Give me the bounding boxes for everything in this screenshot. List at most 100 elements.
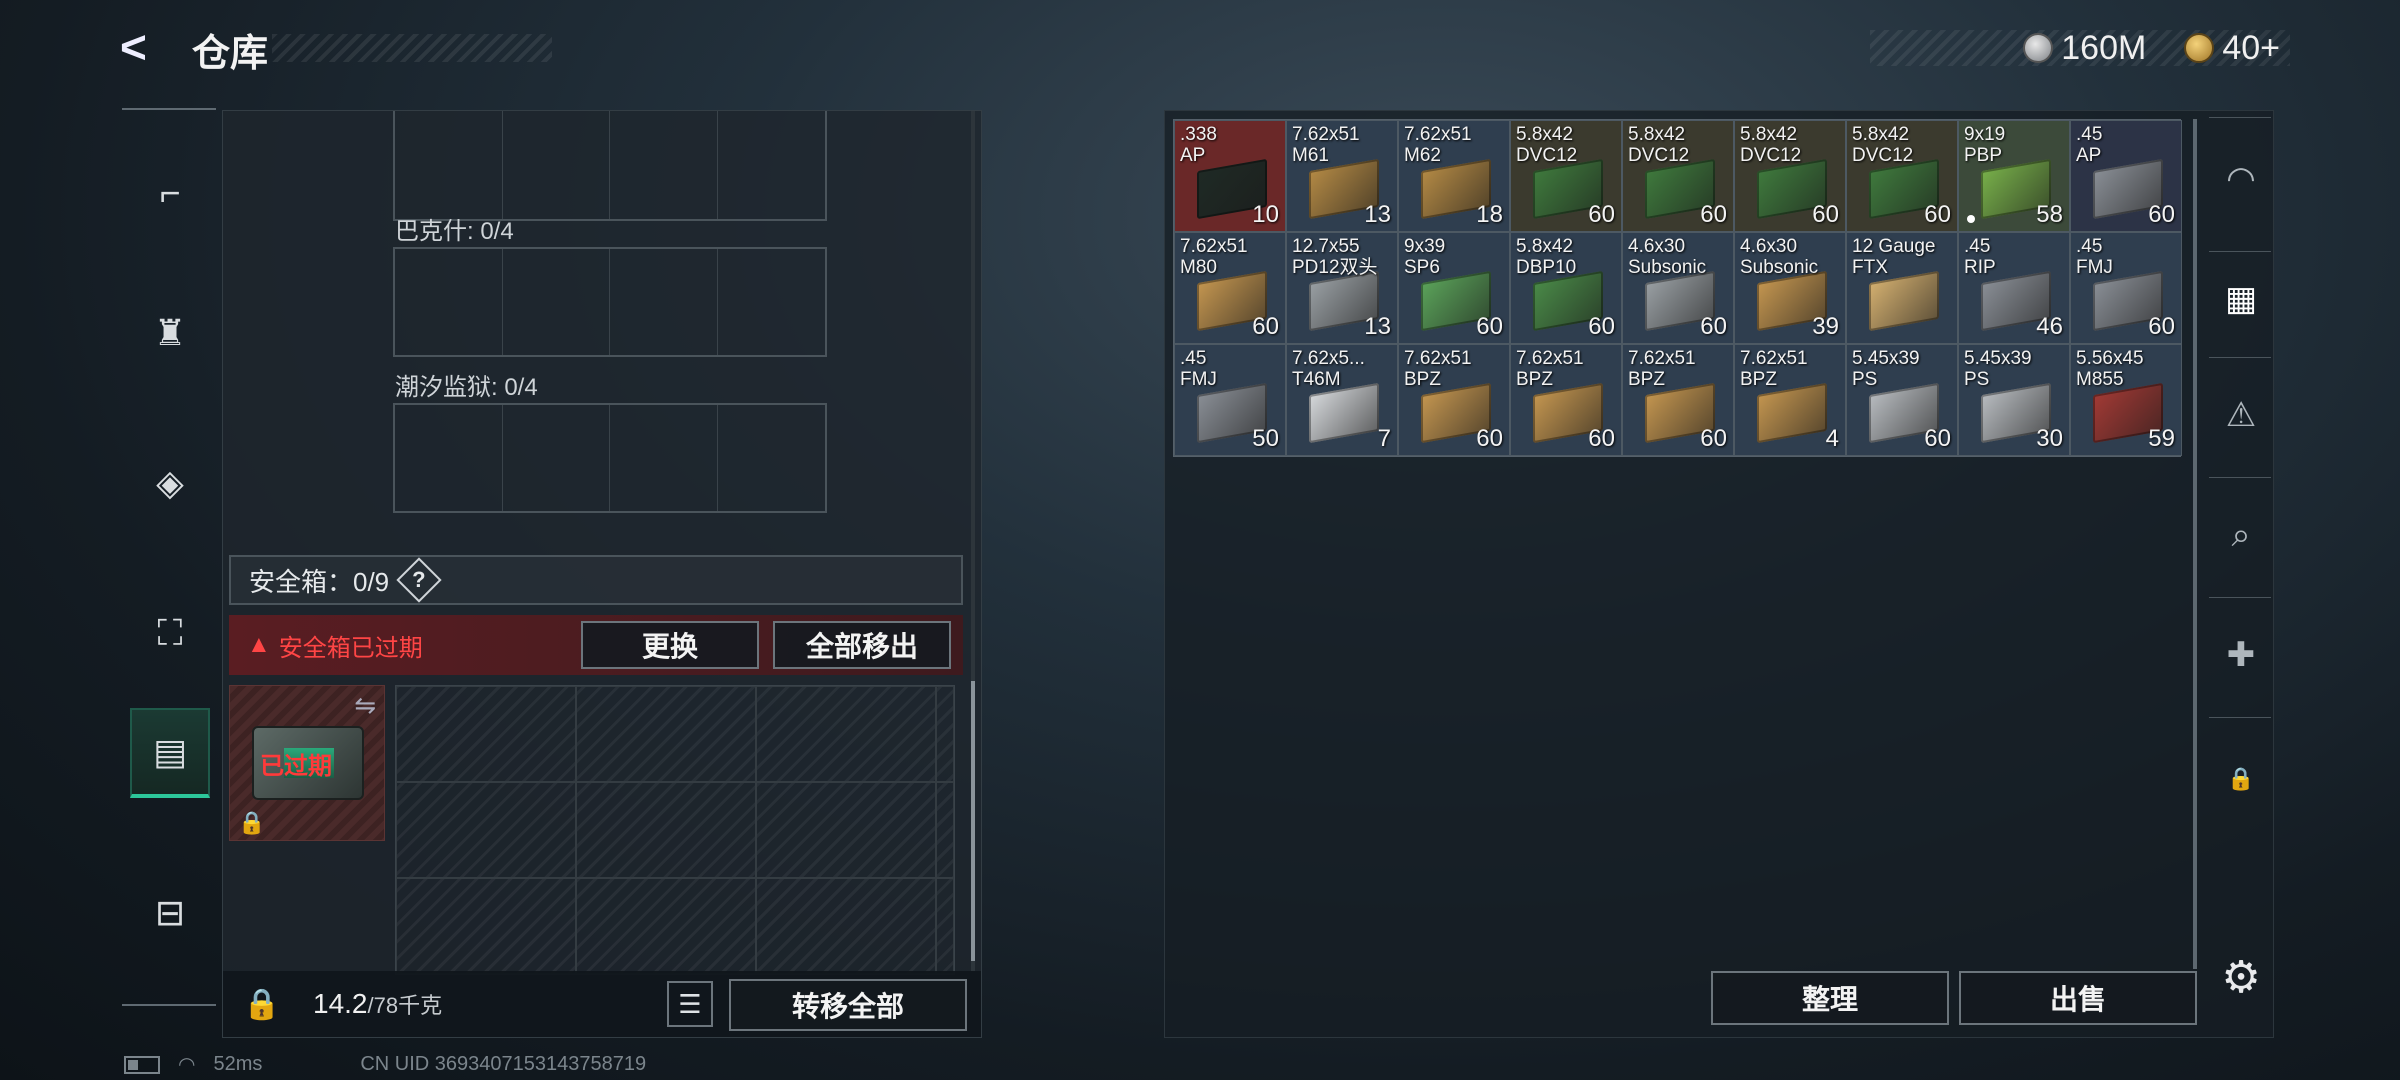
helmet-category-button[interactable]: ◠: [2213, 151, 2269, 207]
ammo-name: 7.62x51 BPZ: [1628, 348, 1696, 390]
sort-button[interactable]: 整理: [1711, 971, 1949, 1025]
ammo-item[interactable]: 12.7x55 PD12双头 13: [1286, 232, 1398, 344]
safe-box-capacity: 安全箱：0/9: [249, 566, 390, 597]
weight-footer: 🔒 14.2/78千克 ☰ 转移全部: [223, 971, 981, 1037]
ammo-item[interactable]: 7.62x5... T46M 7: [1286, 344, 1398, 456]
gold-currency-value: 40+: [2222, 28, 2280, 67]
helmet-icon: ◠: [2226, 160, 2256, 198]
ammo-item[interactable]: 5.8x42 DVC12 60: [1734, 120, 1846, 232]
ammo-name: .45 AP: [2076, 124, 2103, 166]
list-view-button[interactable]: ☰: [667, 981, 713, 1027]
gear-icon: ⚙: [2221, 952, 2261, 1002]
rail-safe-box-button[interactable]: ▤: [130, 708, 210, 798]
help-icon[interactable]: ?: [396, 557, 442, 603]
container-grid-bakshi[interactable]: [393, 247, 827, 357]
ammo-count: 13: [1364, 201, 1391, 228]
ammo-item[interactable]: 7.62x51 M61 13: [1286, 120, 1398, 232]
collection-category-button[interactable]: ⚠: [2213, 387, 2269, 443]
ammo-item[interactable]: 7.62x51 M80 60: [1174, 232, 1286, 344]
ammo-count: 39: [1812, 313, 1839, 340]
left-scrollbar[interactable]: [971, 111, 975, 971]
replace-button[interactable]: 更换: [581, 621, 759, 669]
rail-divider: [122, 108, 216, 110]
stash-scrollbar[interactable]: [2193, 119, 2197, 969]
rail-toolbox-button[interactable]: ⊟: [130, 868, 210, 958]
ammo-item[interactable]: 5.8x42 DVC12 60: [1622, 120, 1734, 232]
ammo-item[interactable]: 5.8x42 DBP10 60: [1510, 232, 1622, 344]
swap-icon[interactable]: ⇋: [354, 690, 376, 721]
ammo-name: 7.62x51 BPZ: [1740, 348, 1808, 390]
ammo-item[interactable]: 7.62x51 BPZ 60: [1398, 344, 1510, 456]
ammo-item[interactable]: 4.6x30 Subsonic 39: [1734, 232, 1846, 344]
ammo-item[interactable]: .338 AP 10: [1174, 120, 1286, 232]
ammo-box-image: [1757, 382, 1827, 444]
gold-currency[interactable]: 40+: [2184, 29, 2280, 68]
ammo-name: 4.6x30 Subsonic: [1628, 236, 1707, 278]
rail-divider: [2209, 357, 2271, 358]
ammo-item[interactable]: .45 AP 60: [2070, 120, 2182, 232]
ammo-item[interactable]: 4.6x30 Subsonic 60: [1622, 232, 1734, 344]
ammo-item[interactable]: 5.8x42 DVC12 60: [1846, 120, 1958, 232]
ammo-item[interactable]: 5.56x45 M855 59: [2070, 344, 2182, 456]
settings-button[interactable]: ⚙: [2213, 949, 2269, 1005]
ammo-count: 58: [2036, 201, 2063, 228]
backpack-icon: ⛶: [157, 611, 183, 653]
ammo-item[interactable]: 12 Gauge FTX: [1846, 232, 1958, 344]
ammo-count: 60: [1476, 425, 1503, 452]
ammo-grid: .338 AP 10 7.62x51 M61 13 7.62x51 M62 18 5.8x4…: [1173, 119, 2182, 457]
ammo-item[interactable]: .45 FMJ 60: [2070, 232, 2182, 344]
stash-panel: .338 AP 10 7.62x51 M61 13 7.62x51 M62 18 5.8x4…: [1164, 110, 2274, 1038]
ammo-count: 60: [1588, 201, 1615, 228]
ammo-item[interactable]: 9x19 PBP 58: [1958, 120, 2070, 232]
silver-currency[interactable]: 160M: [2023, 29, 2146, 68]
ammo-item[interactable]: 5.45x39 PS 30: [1958, 344, 2070, 456]
ammo-item[interactable]: 7.62x51 BPZ 60: [1622, 344, 1734, 456]
v-box-category-button[interactable]: ⌕: [2213, 507, 2269, 563]
ammo-item[interactable]: 5.8x42 DVC12 60: [1510, 120, 1622, 232]
rail-divider: [2209, 717, 2271, 718]
rig-icon: ◈: [156, 462, 184, 503]
move-all-out-button[interactable]: 全部移出: [773, 621, 951, 669]
container-label-bakshi: 巴克什: 0/4: [395, 218, 514, 245]
safe-box-grid[interactable]: [395, 685, 955, 975]
ammo-count: 60: [2148, 313, 2175, 340]
rail-backpack-button[interactable]: ⛶: [130, 588, 210, 678]
weight-lock-icon[interactable]: 🔒: [235, 977, 289, 1031]
safe-slot-expired-label: 已过期: [260, 753, 332, 780]
ammo-item[interactable]: 9x39 SP6 60: [1398, 232, 1510, 344]
ammo-item[interactable]: 5.45x39 PS 60: [1846, 344, 1958, 456]
ammo-item[interactable]: .45 RIP 46: [1958, 232, 2070, 344]
ammo-item[interactable]: 7.62x51 BPZ 4: [1734, 344, 1846, 456]
container-grid-tidal-prison[interactable]: [393, 403, 827, 513]
ammo-count: 4: [1825, 425, 1839, 452]
toolbox-icon: ⊟: [154, 892, 186, 933]
transfer-all-button[interactable]: 转移全部: [729, 979, 967, 1031]
rail-rig-button[interactable]: ◈: [130, 438, 210, 528]
ammo-count: 60: [1924, 425, 1951, 452]
ammo-name: 9x39 SP6: [1404, 236, 1446, 278]
ammo-box-image: [1869, 270, 1939, 332]
rail-weapon-button[interactable]: ⌐: [130, 148, 210, 238]
ammo-name: 5.8x42 DVC12: [1628, 124, 1690, 166]
locked-category-button[interactable]: 🔒: [2213, 751, 2269, 807]
back-button[interactable]: <: [120, 24, 170, 74]
weight-readout: 14.2/78千克: [313, 988, 442, 1020]
ammo-name: 5.45x39 PS: [1964, 348, 2032, 390]
ammo-count: 60: [1700, 425, 1727, 452]
ammo-name: 4.6x30 Subsonic: [1740, 236, 1819, 278]
ammo-name: 9x19 PBP: [1964, 124, 2006, 166]
page-title: 仓库: [192, 33, 269, 75]
ammo-item[interactable]: 7.62x51 M62 18: [1398, 120, 1510, 232]
sell-button[interactable]: 出售: [1959, 971, 2197, 1025]
rail-armor-button[interactable]: ♜: [130, 288, 210, 378]
rail-divider: [2209, 477, 2271, 478]
storage-category-button[interactable]: ▦: [2213, 271, 2269, 327]
medkit-box-category-button[interactable]: ✚: [2213, 627, 2269, 683]
ammo-item[interactable]: .45 FMJ 50: [1174, 344, 1286, 456]
container-grid-1[interactable]: [393, 111, 827, 221]
rail-divider: [2209, 597, 2271, 598]
ammo-item[interactable]: 7.62x51 BPZ 60: [1510, 344, 1622, 456]
safe-box-slot[interactable]: 已过期 ⇋ 🔒: [229, 685, 385, 841]
loadout-panel: 巴克什: 0/4 潮汐监狱: 0/4 安全箱：0/9 ? ▲ 安全箱已过期 更换…: [222, 110, 982, 1038]
container-label-tidal-prison: 潮汐监狱: 0/4: [395, 374, 538, 401]
